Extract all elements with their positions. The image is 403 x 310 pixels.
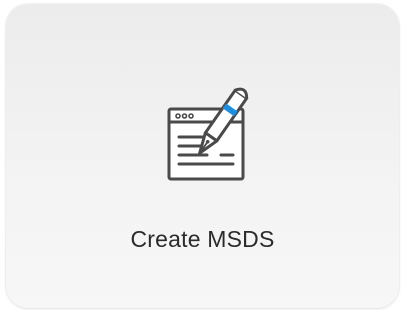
document-pen-icon [161, 82, 271, 202]
card-label: Create MSDS [130, 226, 275, 252]
create-msds-card[interactable]: Create MSDS [6, 4, 399, 308]
